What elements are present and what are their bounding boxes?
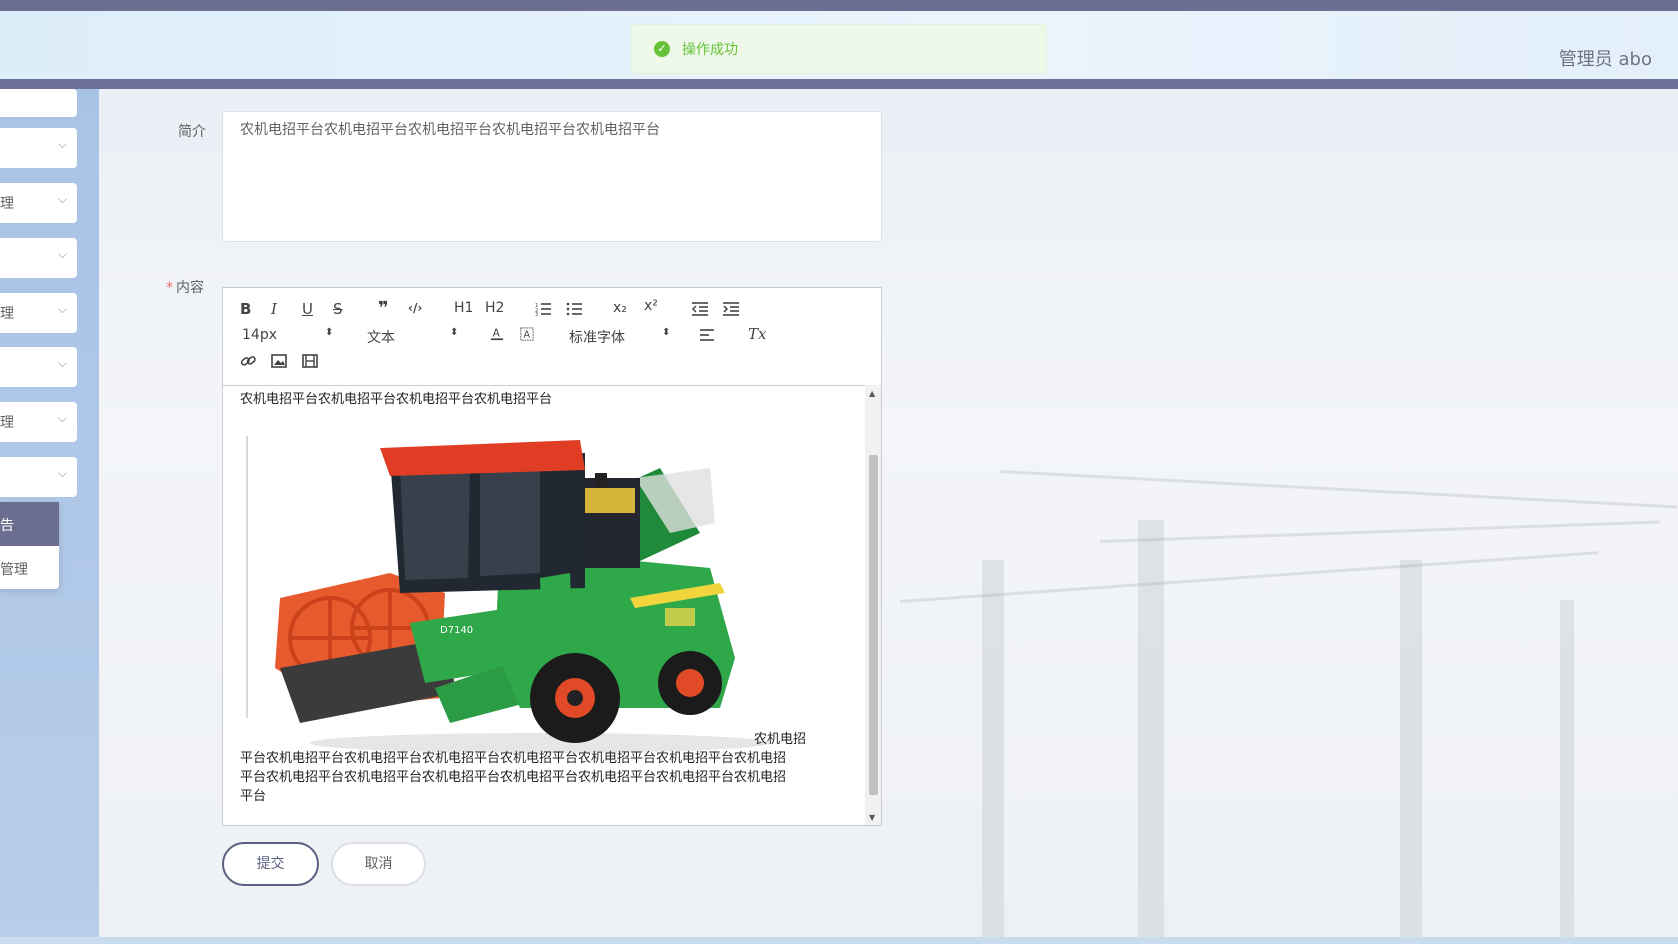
font-size-value: 14px [242, 327, 277, 343]
submenu-item[interactable]: 管理 [0, 546, 59, 589]
sidebar-item-label: 理 [0, 196, 14, 212]
chevron-down-icon: ⌵ [57, 411, 67, 425]
editor-text-line: 平台 [240, 789, 267, 804]
sidebar-item[interactable]: ⌵ [0, 238, 77, 278]
h2-button[interactable]: H2 [485, 300, 504, 316]
editor-toolbar: B I U S ❞ ‹/› H1 H2 123 x₂ x² 14px ⬍ 文本 … [223, 288, 881, 386]
submit-button[interactable]: 提交 [222, 842, 319, 886]
top-accent-bar [0, 0, 1678, 11]
editor-scrollbar[interactable]: ▲ ▼ [865, 385, 881, 825]
summary-label: 简介 [178, 124, 206, 140]
harvester-image[interactable]: D7140 [240, 408, 790, 762]
check-circle-icon: ✓ [654, 41, 670, 57]
underline-button[interactable]: U [302, 300, 313, 318]
submenu-item-label: 告 [0, 518, 14, 534]
svg-text:D7140: D7140 [440, 625, 473, 636]
svg-text:3: 3 [535, 312, 538, 316]
svg-text:A: A [493, 328, 501, 340]
clean-format-button[interactable]: Tx [748, 325, 766, 343]
superscript-button[interactable]: x² [644, 298, 658, 314]
scroll-down-arrow-icon[interactable]: ▼ [869, 813, 875, 822]
font-size-select[interactable]: 14px ⬍ [242, 327, 334, 343]
link-icon[interactable] [240, 354, 256, 368]
indent-icon[interactable] [723, 302, 739, 316]
text-color-icon[interactable]: A [489, 327, 505, 341]
required-mark: * [166, 280, 173, 296]
sidebar-item[interactable]: 理 ⌵ [0, 293, 77, 333]
submenu-item-label: 管理 [0, 562, 28, 578]
editor-content[interactable]: 农机电招平台农机电招平台农机电招平台农机电招平台 D7140 农机电招 平台农机… [223, 385, 881, 825]
bold-button[interactable]: B [240, 300, 251, 318]
sidebar-item-label: 理 [0, 306, 14, 322]
content-label: * 内容 [166, 277, 204, 297]
success-toast: ✓ 操作成功 [631, 24, 1047, 74]
editor-text-line: 农机电招平台农机电招平台农机电招平台农机电招平台 [240, 392, 553, 407]
header-select-value: 文本 [367, 330, 395, 346]
sidebar-item[interactable]: 理 ⌵ [0, 183, 77, 223]
image-icon[interactable] [271, 354, 287, 368]
rich-text-editor: B I U S ❞ ‹/› H1 H2 123 x₂ x² 14px ⬍ 文本 … [222, 287, 882, 826]
h1-button[interactable]: H1 [454, 300, 473, 316]
align-icon[interactable] [700, 328, 716, 342]
chevron-down-icon: ⌵ [57, 302, 67, 316]
current-user-label[interactable]: 管理员 abo [1559, 45, 1652, 71]
scrollbar-thumb[interactable] [869, 455, 878, 795]
editor-text-line: 平台农机电招平台农机电招平台农机电招平台农机电招平台农机电招平台农机电招平台农机… [240, 770, 787, 785]
scroll-up-arrow-icon[interactable]: ▲ [869, 389, 875, 398]
select-arrows-icon: ⬍ [450, 327, 459, 338]
chevron-down-icon: ⌵ [57, 137, 67, 151]
content-label-text: 内容 [176, 280, 204, 296]
ordered-list-icon[interactable]: 123 [535, 302, 551, 316]
chevron-down-icon: ⌵ [57, 247, 67, 261]
header-select[interactable]: 文本 ⬍ [367, 327, 459, 347]
font-family-select[interactable]: 标准字体 ⬍ [569, 327, 671, 347]
sidebar-item[interactable]: ⌵ [0, 128, 77, 168]
cancel-button[interactable]: 取消 [331, 842, 426, 886]
chevron-down-icon: ⌵ [57, 466, 67, 480]
sidebar: ⌵ 理 ⌵ ⌵ 理 ⌵ ⌵ 理 ⌵ ⌵ 告 管理 [0, 89, 99, 944]
background-color-icon[interactable]: A [519, 327, 535, 341]
select-arrows-icon: ⬍ [325, 327, 334, 338]
sidebar-item[interactable]: ⌵ [0, 457, 77, 497]
sidebar-item[interactable]: 理 ⌵ [0, 402, 77, 442]
header-divider [0, 79, 1678, 89]
chevron-down-icon: ⌵ [57, 192, 67, 206]
bullet-list-icon[interactable] [566, 302, 582, 316]
sidebar-item[interactable] [0, 89, 77, 117]
bottom-strip [0, 937, 1678, 944]
editor-text-line: 平台农机电招平台农机电招平台农机电招平台农机电招平台农机电招平台农机电招平台农机… [240, 751, 787, 766]
font-family-value: 标准字体 [569, 330, 625, 346]
code-block-button[interactable]: ‹/› [408, 301, 422, 315]
svg-text:A: A [524, 330, 531, 341]
sidebar-item[interactable]: ⌵ [0, 347, 77, 387]
select-arrows-icon: ⬍ [662, 327, 671, 338]
sidebar-item-label: 理 [0, 415, 14, 431]
strike-button[interactable]: S [333, 300, 343, 318]
subscript-button[interactable]: x₂ [613, 300, 627, 316]
editor-text-inline: 农机电招 [754, 732, 807, 747]
outdent-icon[interactable] [692, 302, 708, 316]
summary-textarea[interactable]: 农机电招平台农机电招平台农机电招平台农机电招平台农机电招平台 [222, 111, 882, 242]
green-combine-harvester-image: D7140 [240, 408, 790, 762]
blockquote-button[interactable]: ❞ [378, 298, 389, 319]
chevron-down-icon: ⌵ [57, 356, 67, 370]
italic-button[interactable]: I [271, 300, 277, 318]
toast-message: 操作成功 [682, 42, 738, 58]
submenu-item-active[interactable]: 告 [0, 502, 59, 546]
video-icon[interactable] [302, 354, 318, 368]
sidebar-submenu: 告 管理 [0, 502, 59, 589]
